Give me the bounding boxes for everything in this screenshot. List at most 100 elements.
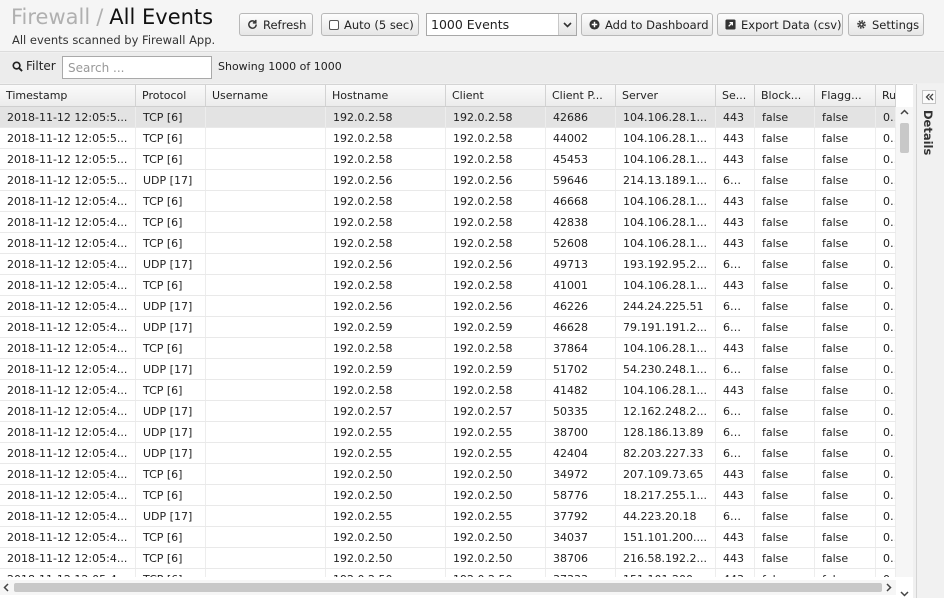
cell-protocol: UDP [17] (136, 317, 206, 337)
table-row[interactable]: 2018-11-12 12:05:5... TCP [6] 192.0.2.58 19… (0, 107, 896, 128)
cell-client: 192.0.2.58 (446, 212, 546, 232)
horizontal-scrollbar[interactable] (0, 580, 896, 595)
column-header-flagged[interactable]: Flagg... (815, 85, 876, 106)
cell-client-port: 59646 (546, 170, 616, 190)
cell-protocol: TCP [6] (136, 233, 206, 253)
column-header-timestamp[interactable]: Timestamp (0, 85, 136, 106)
table-row[interactable]: 2018-11-12 12:05:4... UDP [17] 192.0.2.59 1… (0, 317, 896, 338)
cell-blocked: false (755, 212, 815, 232)
table-row[interactable]: 2018-11-12 12:05:4...TCP [6] 192.0.2.5019… (0, 527, 896, 548)
search-input[interactable] (62, 56, 212, 79)
cell-client: 192.0.2.55 (446, 506, 546, 526)
export-data-label: Export Data (csv) (741, 17, 842, 32)
table-row[interactable]: 2018-11-12 12:05:4... TCP [6] 192.0.2.58 19… (0, 191, 896, 212)
table-row[interactable]: 2018-11-12 12:05:4...TCP [6] 192.0.2.5019… (0, 464, 896, 485)
cell-server-port: 6969 (716, 506, 755, 526)
expand-panel-icon[interactable] (922, 90, 936, 104)
cell-server-port: 443 (716, 128, 755, 148)
table-row[interactable]: 2018-11-12 12:05:5... TCP [6] 192.0.2.58 19… (0, 128, 896, 149)
cell-server: 151.101.200.... (616, 527, 716, 547)
cell-client-port: 34972 (546, 464, 616, 484)
table-row[interactable]: 2018-11-12 12:05:4... UDP [17] 192.0.2.59 1… (0, 359, 896, 380)
cell-server-port: 6969 (716, 170, 755, 190)
cell-hostname: 192.0.2.55 (326, 443, 446, 463)
cell-server-port: 443 (716, 527, 755, 547)
auto-refresh-toggle[interactable]: Auto (5 sec) (321, 13, 419, 36)
table-row[interactable]: 2018-11-12 12:05:4...TCP [6] 192.0.2.5019… (0, 569, 896, 577)
cell-username (206, 149, 326, 169)
cell-server-port: 443 (716, 233, 755, 253)
column-header-rule[interactable]: Ru... (876, 85, 896, 106)
cell-client: 192.0.2.59 (446, 359, 546, 379)
table-row[interactable]: 2018-11-12 12:05:4... UDP [17] 192.0.2.55 1… (0, 506, 896, 527)
table-row[interactable]: 2018-11-12 12:05:4... UDP [17] 192.0.2.56 1… (0, 296, 896, 317)
cell-server: 151.101.200.... (616, 569, 716, 577)
cell-client: 192.0.2.56 (446, 254, 546, 274)
column-header-client-port[interactable]: Client P... (546, 85, 616, 106)
refresh-button[interactable]: Refresh (239, 13, 313, 36)
column-header-blocked[interactable]: Block... (755, 85, 815, 106)
cell-server: 82.203.227.33 (616, 443, 716, 463)
cell-rule: 0 (876, 401, 896, 421)
table-row[interactable]: 2018-11-12 12:05:4... UDP [17] 192.0.2.56 1… (0, 254, 896, 275)
cell-server: 44.223.20.18 (616, 506, 716, 526)
cell-flagged: false (815, 527, 876, 547)
cell-protocol: UDP [17] (136, 296, 206, 316)
column-header-client[interactable]: Client (446, 85, 546, 106)
table-row[interactable]: 2018-11-12 12:05:4... TCP [6] 192.0.2.58 19… (0, 275, 896, 296)
cell-rule: 0 (876, 485, 896, 505)
cell-username (206, 527, 326, 547)
cell-client-port: 46226 (546, 296, 616, 316)
table-row[interactable]: 2018-11-12 12:05:5... UDP [17] 192.0.2.56 1… (0, 170, 896, 191)
details-panel[interactable]: Details (916, 84, 944, 598)
cell-timestamp: 2018-11-12 12:05:4... (0, 527, 136, 547)
cell-client-port: 49713 (546, 254, 616, 274)
cell-protocol: TCP [6] (136, 149, 206, 169)
cell-client: 192.0.2.58 (446, 128, 546, 148)
cell-protocol: TCP [6] (136, 569, 206, 577)
vertical-scroll-thumb[interactable] (900, 123, 909, 153)
cell-rule: 0 (876, 506, 896, 526)
column-header-server[interactable]: Server (616, 85, 716, 106)
column-header-hostname[interactable]: Hostname (326, 85, 446, 106)
showing-count: Showing 1000 of 1000 (218, 60, 342, 73)
vertical-scrollbar[interactable] (896, 107, 913, 597)
cell-client: 192.0.2.50 (446, 485, 546, 505)
table-row[interactable]: 2018-11-12 12:05:4...TCP [6] 192.0.2.5019… (0, 485, 896, 506)
cell-timestamp: 2018-11-12 12:05:4... (0, 275, 136, 295)
table-row[interactable]: 2018-11-12 12:05:4... TCP [6] 192.0.2.58 19… (0, 233, 896, 254)
scroll-up-icon[interactable] (900, 109, 909, 115)
cell-flagged: false (815, 317, 876, 337)
table-row[interactable]: 2018-11-12 12:05:4... UDP [17] 192.0.2.55 1… (0, 443, 896, 464)
scroll-down-icon[interactable] (900, 591, 909, 597)
cell-rule: 0 (876, 422, 896, 442)
table-row[interactable]: 2018-11-12 12:05:4... UDP [17] 192.0.2.55 1… (0, 422, 896, 443)
cell-username (206, 107, 326, 127)
cell-blocked: false (755, 275, 815, 295)
table-row[interactable]: 2018-11-12 12:05:4... UDP [17] 192.0.2.57 1… (0, 401, 896, 422)
table-row[interactable]: 2018-11-12 12:05:5... TCP [6] 192.0.2.58 19… (0, 149, 896, 170)
breadcrumb-firewall[interactable]: Firewall (11, 5, 90, 29)
cell-server: 104.106.28.1... (616, 149, 716, 169)
scroll-left-icon[interactable] (3, 583, 9, 592)
cell-client-port: 50335 (546, 401, 616, 421)
add-to-dashboard-button[interactable]: Add to Dashboard (581, 13, 713, 36)
table-row[interactable]: 2018-11-12 12:05:4... TCP [6] 192.0.2.58 19… (0, 380, 896, 401)
settings-button[interactable]: Settings (848, 13, 924, 36)
cell-blocked: false (755, 401, 815, 421)
cell-username (206, 401, 326, 421)
export-data-button[interactable]: Export Data (csv) (717, 13, 843, 36)
cell-rule: 0 (876, 212, 896, 232)
filter-label: Filter (12, 59, 56, 73)
events-count-select[interactable]: 1000 Events (426, 13, 577, 36)
horizontal-scroll-thumb[interactable] (14, 583, 882, 592)
table-row[interactable]: 2018-11-12 12:05:4... TCP [6] 192.0.2.58 19… (0, 338, 896, 359)
column-header-server-port[interactable]: Se... (716, 85, 755, 106)
scroll-right-icon[interactable] (886, 583, 892, 592)
column-header-protocol[interactable]: Protocol (136, 85, 206, 106)
column-header-username[interactable]: Username (206, 85, 326, 106)
cell-blocked: false (755, 485, 815, 505)
table-row[interactable]: 2018-11-12 12:05:4...TCP [6] 192.0.2.5019… (0, 548, 896, 569)
cell-hostname: 192.0.2.59 (326, 317, 446, 337)
table-row[interactable]: 2018-11-12 12:05:4... TCP [6] 192.0.2.58 19… (0, 212, 896, 233)
